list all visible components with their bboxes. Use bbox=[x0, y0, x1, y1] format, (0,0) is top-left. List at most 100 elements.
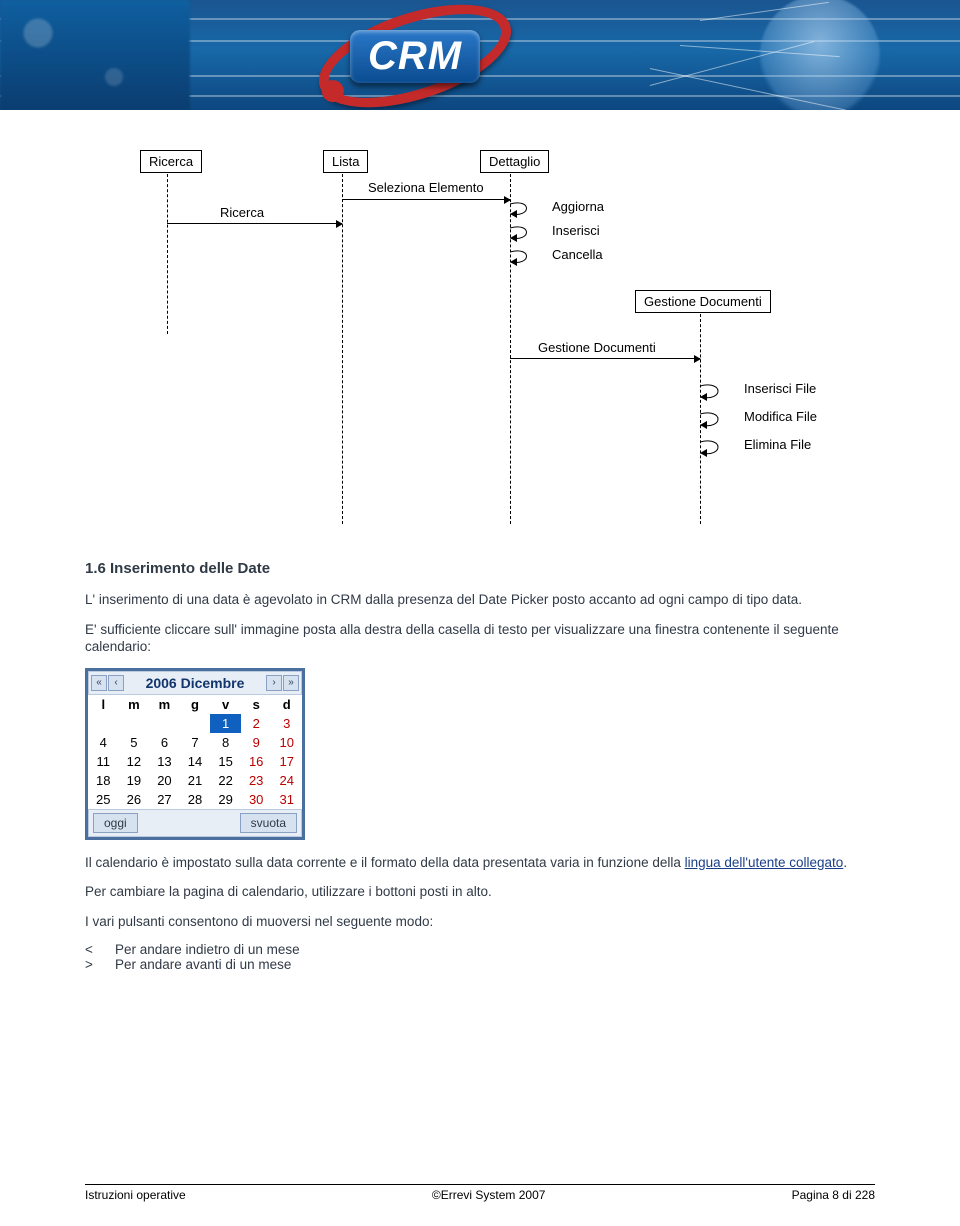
diagram-box-gestione-documenti: Gestione Documenti bbox=[635, 290, 771, 313]
arrow-gestione-documenti bbox=[510, 358, 700, 359]
footer-right: Pagina 8 di 228 bbox=[792, 1188, 875, 1202]
calendar-row: 11121314151617 bbox=[88, 752, 302, 771]
calendar-day[interactable]: 22 bbox=[210, 771, 241, 790]
calendar-day[interactable]: 13 bbox=[149, 752, 180, 771]
calendar-first-button[interactable]: « bbox=[91, 675, 107, 691]
calendar-day bbox=[88, 714, 119, 733]
calendar-weekday: g bbox=[180, 695, 211, 714]
navigation-symbols-list: < Per andare indietro di un mese > Per a… bbox=[85, 942, 875, 972]
msg-gestione-documenti: Gestione Documenti bbox=[538, 340, 656, 355]
arrow-seleziona bbox=[342, 199, 510, 200]
msg-inserisci: Inserisci bbox=[552, 223, 600, 238]
calendar-weekday: m bbox=[119, 695, 150, 714]
calendar-day[interactable]: 20 bbox=[149, 771, 180, 790]
calendar-day[interactable]: 15 bbox=[210, 752, 241, 771]
msg-cancella: Cancella bbox=[552, 247, 603, 262]
crm-logo: CRM bbox=[310, 8, 520, 104]
calendar-day[interactable]: 6 bbox=[149, 733, 180, 752]
msg-seleziona-elemento: Seleziona Elemento bbox=[368, 180, 484, 195]
calendar-note-2: Per cambiare la pagina di calendario, ut… bbox=[85, 883, 875, 901]
msg-aggiorna: Aggiorna bbox=[552, 199, 604, 214]
self-arrows-gestione bbox=[700, 380, 742, 460]
calendar-row: 18192021222324 bbox=[88, 771, 302, 790]
calendar-row: 45678910 bbox=[88, 733, 302, 752]
calendar-day[interactable]: 9 bbox=[241, 733, 272, 752]
msg-inserisci-file: Inserisci File bbox=[744, 381, 816, 396]
footer-center: ©Errevi System 2007 bbox=[432, 1188, 546, 1202]
date-picker-calendar: « ‹ 2006 Dicembre › » lmmgvsd 1234567891… bbox=[85, 668, 305, 840]
forward-symbol: > bbox=[85, 957, 115, 972]
diagram-box-lista: Lista bbox=[323, 150, 368, 173]
calendar-day[interactable]: 17 bbox=[271, 752, 302, 771]
calendar-day[interactable]: 31 bbox=[271, 790, 302, 809]
calendar-day[interactable]: 21 bbox=[180, 771, 211, 790]
calendar-day[interactable]: 18 bbox=[88, 771, 119, 790]
calendar-row: 25262728293031 bbox=[88, 790, 302, 809]
msg-ricerca: Ricerca bbox=[220, 205, 264, 220]
logo-text: CRM bbox=[350, 30, 480, 83]
calendar-day bbox=[149, 714, 180, 733]
calendar-next-button[interactable]: › bbox=[266, 675, 282, 691]
calendar-day[interactable]: 26 bbox=[119, 790, 150, 809]
calendar-day[interactable]: 25 bbox=[88, 790, 119, 809]
calendar-note-1: Il calendario è impostato sulla data cor… bbox=[85, 854, 875, 872]
diagram-box-ricerca: Ricerca bbox=[140, 150, 202, 173]
calendar-weekday: s bbox=[241, 695, 272, 714]
calendar-row: 123 bbox=[88, 714, 302, 733]
calendar-title: 2006 Dicembre bbox=[124, 675, 266, 691]
msg-elimina-file: Elimina File bbox=[744, 437, 811, 452]
calendar-clear-button[interactable]: svuota bbox=[240, 813, 297, 833]
calendar-weekday: m bbox=[149, 695, 180, 714]
sequence-diagram: Ricerca Lista Dettaglio Seleziona Elemen… bbox=[80, 150, 890, 530]
calendar-note-3: I vari pulsanti consentono di muoversi n… bbox=[85, 913, 875, 931]
document-body: 1.6 Inserimento delle Date L' inseriment… bbox=[85, 560, 875, 972]
calendar-day[interactable]: 30 bbox=[241, 790, 272, 809]
calendar-day[interactable]: 14 bbox=[180, 752, 211, 771]
calendar-day[interactable]: 1 bbox=[210, 714, 241, 733]
calendar-day[interactable]: 19 bbox=[119, 771, 150, 790]
calendar-footer: oggi svuota bbox=[88, 809, 302, 837]
calendar-day[interactable]: 8 bbox=[210, 733, 241, 752]
calendar-day[interactable]: 4 bbox=[88, 733, 119, 752]
calendar-day[interactable]: 11 bbox=[88, 752, 119, 771]
calendar-weekday: d bbox=[271, 695, 302, 714]
calendar-day[interactable]: 7 bbox=[180, 733, 211, 752]
section-heading: 1.6 Inserimento delle Date bbox=[85, 560, 875, 577]
back-symbol: < bbox=[85, 942, 115, 957]
calendar-weekday: v bbox=[210, 695, 241, 714]
click-paragraph: E' sufficiente cliccare sull' immagine p… bbox=[85, 621, 875, 656]
calendar-day[interactable]: 2 bbox=[241, 714, 272, 733]
calendar-body: 1234567891011121314151617181920212223242… bbox=[88, 714, 302, 809]
calendar-prev-button[interactable]: ‹ bbox=[108, 675, 124, 691]
diagram-box-dettaglio: Dettaglio bbox=[480, 150, 549, 173]
calendar-day[interactable]: 24 bbox=[271, 771, 302, 790]
footer-left: Istruzioni operative bbox=[85, 1188, 186, 1202]
calendar-day bbox=[180, 714, 211, 733]
calendar-grid: lmmgvsd 12345678910111213141516171819202… bbox=[88, 695, 302, 809]
back-description: Per andare indietro di un mese bbox=[115, 942, 300, 957]
calendar-day[interactable]: 10 bbox=[271, 733, 302, 752]
banner-left-texture bbox=[0, 0, 190, 110]
header-banner: CRM bbox=[0, 0, 960, 110]
cal-note-1a: Il calendario è impostato sulla data cor… bbox=[85, 855, 685, 870]
calendar-weekday: l bbox=[88, 695, 119, 714]
self-arrows-dettaglio bbox=[510, 198, 550, 272]
cal-note-1b: . bbox=[843, 855, 847, 870]
calendar-day[interactable]: 5 bbox=[119, 733, 150, 752]
language-link[interactable]: lingua dell'utente collegato bbox=[685, 855, 844, 870]
calendar-day[interactable]: 27 bbox=[149, 790, 180, 809]
intro-paragraph: L' inserimento di una data è agevolato i… bbox=[85, 591, 875, 609]
calendar-day[interactable]: 3 bbox=[271, 714, 302, 733]
page-footer: Istruzioni operative ©Errevi System 2007… bbox=[85, 1184, 875, 1202]
calendar-weekday-row: lmmgvsd bbox=[88, 695, 302, 714]
arrow-ricerca bbox=[167, 223, 342, 224]
calendar-day[interactable]: 29 bbox=[210, 790, 241, 809]
msg-modifica-file: Modifica File bbox=[744, 409, 817, 424]
calendar-day[interactable]: 16 bbox=[241, 752, 272, 771]
calendar-day[interactable]: 23 bbox=[241, 771, 272, 790]
calendar-last-button[interactable]: » bbox=[283, 675, 299, 691]
calendar-today-button[interactable]: oggi bbox=[93, 813, 138, 833]
calendar-day bbox=[119, 714, 150, 733]
calendar-day[interactable]: 28 bbox=[180, 790, 211, 809]
calendar-day[interactable]: 12 bbox=[119, 752, 150, 771]
